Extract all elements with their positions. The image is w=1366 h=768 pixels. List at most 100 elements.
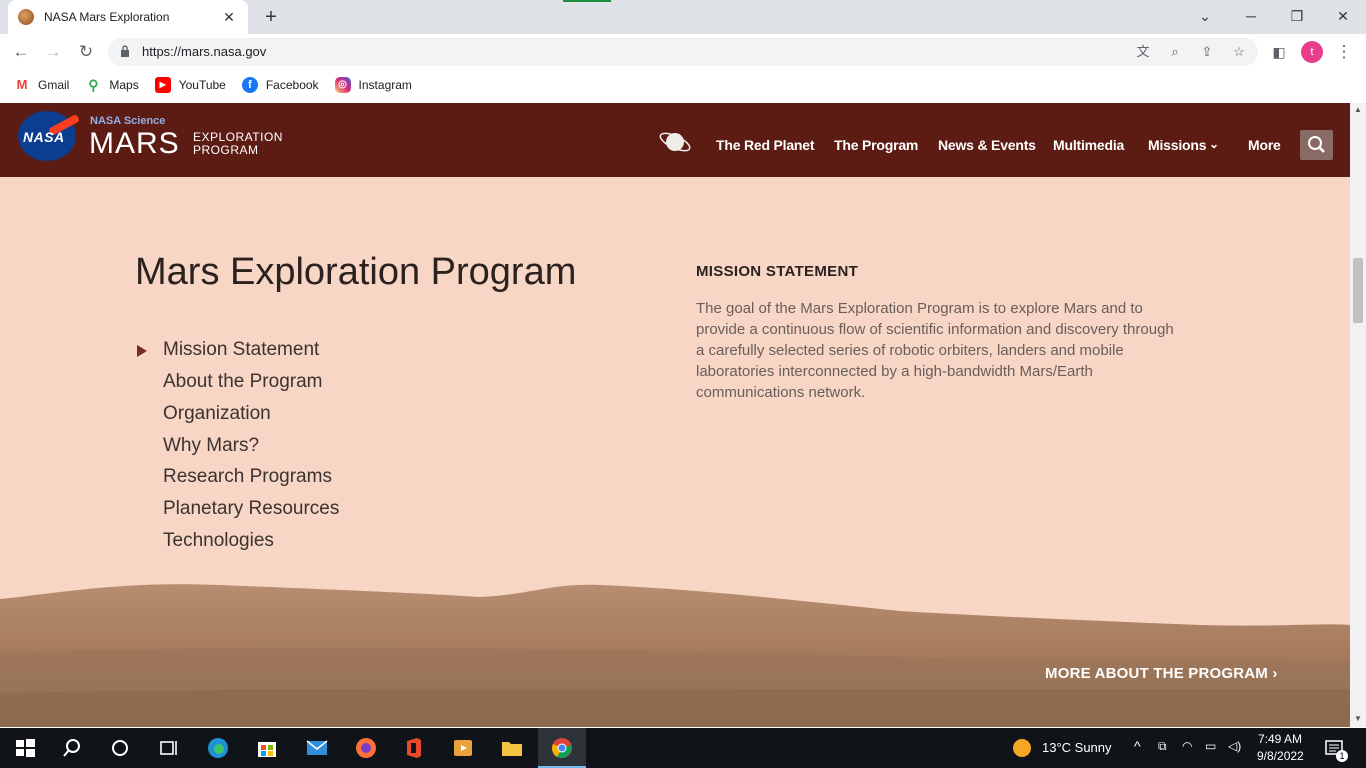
bookmark-label: Facebook bbox=[265, 78, 319, 92]
side-panel-icon[interactable]: ◧ bbox=[1268, 41, 1290, 63]
nav-more[interactable]: More bbox=[1248, 137, 1281, 153]
windows-taskbar: 13°C Sunny ^ ⧉ ◠ ▭ ◁) 7:49 AM 9/8/2022 1 bbox=[0, 728, 1366, 768]
meet-now-icon[interactable]: ⧉ bbox=[1158, 739, 1167, 754]
brand-science: NASA Science bbox=[90, 115, 166, 127]
profile-avatar[interactable]: t bbox=[1301, 41, 1323, 63]
browser-toolbar: ← → ↻ https://mars.nasa.gov 文 ⌕ ⇪ ☆ ◧ t … bbox=[0, 34, 1366, 70]
scroll-up-icon[interactable]: ▲ bbox=[1354, 105, 1362, 114]
menu-item-research-programs[interactable]: Research Programs bbox=[163, 466, 332, 488]
browser-tab[interactable]: NASA Mars Exploration ✕ bbox=[8, 0, 248, 34]
restore-button[interactable]: ❐ bbox=[1286, 6, 1308, 26]
bookmark-star-icon[interactable]: ☆ bbox=[1230, 43, 1248, 61]
task-view-icon[interactable] bbox=[156, 736, 180, 760]
scroll-down-icon[interactable]: ▼ bbox=[1354, 714, 1362, 723]
tab-search-chevron-icon[interactable]: ⌄ bbox=[1194, 6, 1216, 26]
menu-item-organization[interactable]: Organization bbox=[163, 403, 271, 425]
window-close-button[interactable]: ✕ bbox=[1332, 6, 1354, 26]
wifi-icon[interactable]: ◠ bbox=[1182, 739, 1192, 753]
scroll-thumb[interactable] bbox=[1353, 258, 1363, 323]
facebook-icon: f bbox=[241, 77, 258, 93]
weather-text[interactable]: 13°C Sunny bbox=[1042, 740, 1112, 755]
bookmark-label: Gmail bbox=[38, 78, 70, 92]
nasa-logo-text: NASA bbox=[23, 129, 65, 145]
bookmarks-bar: M Gmail ⚲ Maps ▶ YouTube f Facebook ◎ In… bbox=[0, 70, 1366, 100]
firefox-icon[interactable] bbox=[354, 736, 378, 760]
bookmark-label: Maps bbox=[109, 78, 139, 92]
address-bar[interactable]: https://mars.nasa.gov 文 ⌕ ⇪ ☆ bbox=[108, 38, 1258, 66]
notification-badge: 1 bbox=[1336, 750, 1348, 762]
microsoft-store-icon[interactable] bbox=[255, 736, 279, 760]
nav-multimedia[interactable]: Multimedia bbox=[1053, 137, 1124, 153]
chrome-taskbar-button[interactable] bbox=[538, 728, 586, 768]
share-icon[interactable]: ⇪ bbox=[1198, 43, 1216, 61]
page-title: Mars Exploration Program bbox=[135, 251, 577, 293]
clock-time[interactable]: 7:49 AM bbox=[1258, 732, 1302, 746]
close-tab-icon[interactable]: ✕ bbox=[220, 9, 238, 26]
clock-date[interactable]: 9/8/2022 bbox=[1257, 749, 1304, 763]
youtube-icon: ▶ bbox=[154, 77, 171, 93]
bookmark-label: Instagram bbox=[358, 78, 412, 92]
translate-icon[interactable]: 文 bbox=[1134, 43, 1152, 61]
more-about-program-link[interactable]: MORE ABOUT THE PROGRAM › bbox=[1045, 665, 1278, 682]
zoom-icon[interactable]: ⌕ bbox=[1166, 43, 1184, 61]
forward-button[interactable]: → bbox=[42, 41, 64, 63]
chevron-down-icon[interactable]: ⌄ bbox=[1209, 137, 1219, 151]
back-button[interactable]: ← bbox=[10, 41, 32, 63]
cortana-icon[interactable] bbox=[108, 736, 132, 760]
nav-the-program[interactable]: The Program bbox=[834, 137, 918, 153]
battery-icon[interactable]: ▭ bbox=[1205, 739, 1216, 753]
page-scrollbar[interactable]: ▲ ▼ bbox=[1350, 103, 1366, 727]
nav-missions[interactable]: Missions bbox=[1148, 137, 1207, 153]
bookmark-facebook[interactable]: f Facebook bbox=[241, 77, 319, 93]
minimize-button[interactable]: ─ bbox=[1240, 6, 1262, 26]
volume-icon[interactable]: ◁) bbox=[1228, 739, 1241, 753]
sun-weather-icon[interactable] bbox=[1012, 738, 1032, 758]
new-tab-button[interactable]: + bbox=[259, 5, 283, 29]
maps-icon: ⚲ bbox=[85, 77, 102, 93]
windows-start-icon[interactable] bbox=[13, 736, 37, 760]
site-search-button[interactable] bbox=[1300, 130, 1333, 160]
instagram-icon: ◎ bbox=[334, 77, 351, 93]
file-explorer-icon[interactable] bbox=[500, 736, 524, 760]
nav-news-events[interactable]: News & Events bbox=[938, 137, 1036, 153]
lock-icon bbox=[121, 45, 129, 57]
mars-terrain-image bbox=[0, 584, 1350, 727]
tab-indicator bbox=[563, 0, 611, 2]
mail-icon[interactable] bbox=[305, 736, 329, 760]
bookmark-maps[interactable]: ⚲ Maps bbox=[85, 77, 139, 93]
tab-title: NASA Mars Exploration bbox=[44, 10, 170, 24]
bookmark-label: YouTube bbox=[178, 78, 226, 92]
video-player-icon[interactable] bbox=[451, 736, 475, 760]
nav-red-planet[interactable]: The Red Planet bbox=[716, 137, 815, 153]
planet-orbit-icon[interactable] bbox=[658, 127, 692, 157]
tray-chevron-up-icon[interactable]: ^ bbox=[1134, 738, 1141, 754]
url-text: https://mars.nasa.gov bbox=[142, 44, 267, 59]
tab-strip: NASA Mars Exploration ✕ + ⌄ ─ ❐ ✕ bbox=[0, 0, 1366, 34]
brand-exploration-program: EXPLORATION PROGRAM bbox=[193, 131, 283, 157]
mission-statement-title: MISSION STATEMENT bbox=[696, 263, 859, 280]
menu-item-planetary-resources[interactable]: Planetary Resources bbox=[163, 498, 339, 520]
search-icon[interactable] bbox=[60, 736, 84, 760]
menu-item-why-mars[interactable]: Why Mars? bbox=[163, 435, 259, 457]
nasa-logo[interactable]: NASA bbox=[18, 111, 81, 161]
gmail-icon: M bbox=[14, 77, 30, 93]
bookmark-youtube[interactable]: ▶ YouTube bbox=[154, 77, 226, 93]
menu-item-about-program[interactable]: About the Program bbox=[163, 371, 322, 393]
web-page: NASA NASA Science MARS EXPLORATION PROGR… bbox=[0, 103, 1350, 727]
menu-item-technologies[interactable]: Technologies bbox=[163, 530, 274, 552]
brand-program: PROGRAM bbox=[193, 143, 259, 157]
mission-statement-body: The goal of the Mars Exploration Program… bbox=[696, 300, 1174, 401]
mars-favicon-icon bbox=[18, 9, 34, 25]
menu-kebab-icon[interactable]: ⋮ bbox=[1333, 41, 1355, 63]
brand-mars[interactable]: MARS bbox=[89, 127, 180, 161]
site-header: NASA NASA Science MARS EXPLORATION PROGR… bbox=[0, 103, 1350, 177]
office-icon[interactable] bbox=[402, 736, 426, 760]
search-icon bbox=[1308, 136, 1325, 153]
reload-button[interactable]: ↻ bbox=[75, 41, 97, 63]
active-item-arrow-icon bbox=[137, 345, 147, 357]
chrome-icon bbox=[552, 738, 572, 759]
bookmark-instagram[interactable]: ◎ Instagram bbox=[334, 77, 412, 93]
bookmark-gmail[interactable]: M Gmail bbox=[14, 77, 69, 93]
edge-icon[interactable] bbox=[206, 736, 230, 760]
menu-item-mission-statement[interactable]: Mission Statement bbox=[163, 339, 319, 361]
